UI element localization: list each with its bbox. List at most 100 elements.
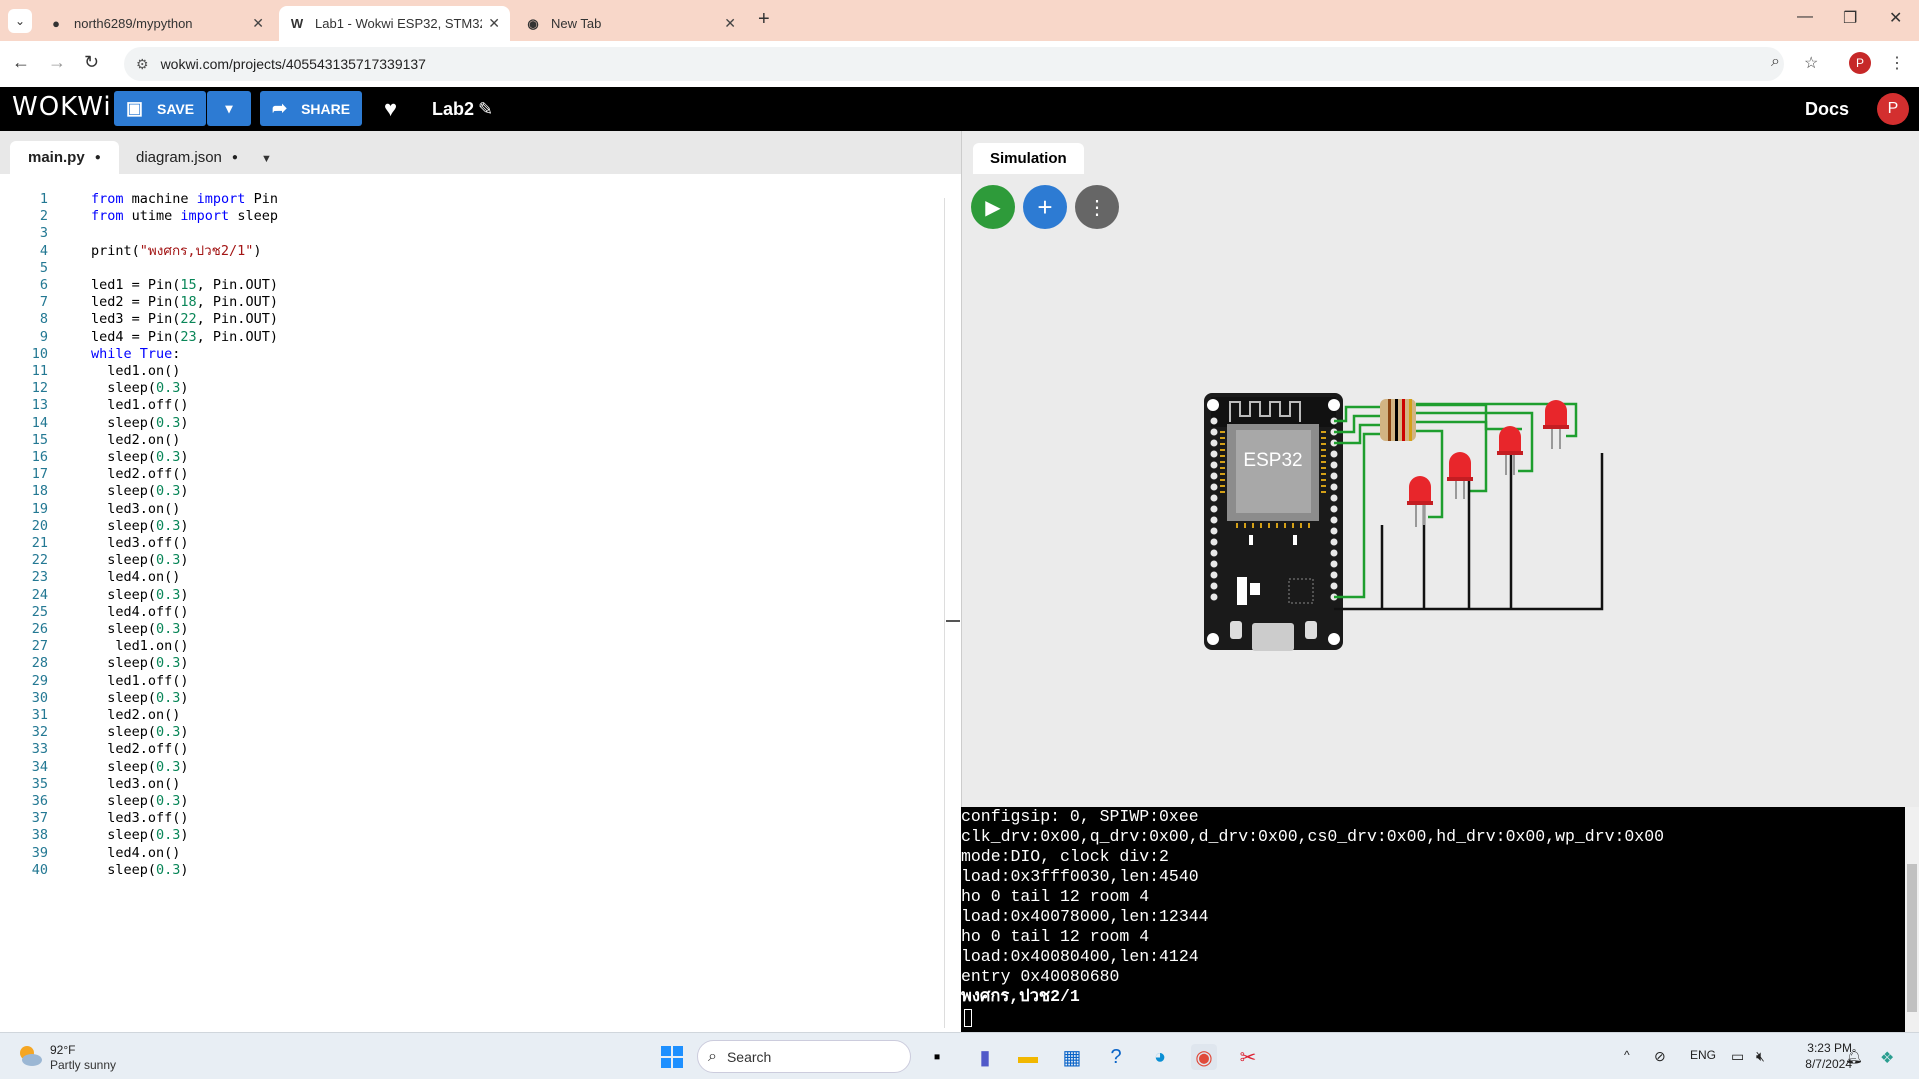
serial-line: configsip: 0, SPIWP:0xee — [961, 807, 1199, 826]
wokwi-header: WOKWi ▣ SAVE ▾ ➦ SHARE ♥ Lab2 ✎ Docs P — [0, 87, 1919, 131]
pencil-icon[interactable]: ✎ — [478, 99, 493, 120]
task-view-icon[interactable]: ▪ — [924, 1044, 950, 1070]
arrow-right-icon: → — [48, 52, 66, 72]
serial-line: พงศกร,ปวช2/1 — [961, 987, 1080, 1006]
minimize-button[interactable]: — — [1797, 8, 1813, 26]
snipping-tool-icon[interactable]: ✂ — [1235, 1044, 1261, 1070]
windows-start-icon[interactable] — [659, 1044, 685, 1070]
panel-splitter-handle[interactable] — [946, 620, 960, 622]
browser-toolbar: ← → ↻ ⚙ wokwi.com/projects/4055431357173… — [0, 41, 1919, 87]
help-icon[interactable]: ? — [1103, 1044, 1129, 1070]
close-icon[interactable]: ✕ — [252, 15, 264, 32]
weather-temperature[interactable]: 92°F — [50, 1043, 75, 1057]
forward-button[interactable]: → — [48, 52, 66, 73]
simulation-panel: Simulation ▶ + ⋮ ESP32 — [961, 131, 1919, 807]
serial-line: ho 0 tail 12 room 4 — [961, 887, 1150, 906]
chip-label: ESP32 — [1243, 450, 1302, 471]
wokwi-icon: W — [290, 16, 304, 31]
serial-line: load:0x40080400,len:4124 — [961, 947, 1199, 966]
teams-icon[interactable]: ▮ — [972, 1044, 998, 1070]
serial-scrollbar[interactable] — [1905, 807, 1919, 1032]
save-label: SAVE — [157, 100, 195, 117]
save-button[interactable]: ▣ SAVE — [114, 91, 206, 126]
tab-title: north6289/mypython — [74, 16, 193, 31]
browser-tab-newtab[interactable]: ◉ New Tab ✕ — [515, 6, 746, 41]
led-1[interactable] — [1407, 476, 1433, 527]
show-hidden-icons[interactable]: ^ — [1624, 1048, 1630, 1062]
code-editor[interactable]: 1 from machine import Pin 2 from utime impo… — [0, 174, 961, 1032]
bookmark-star-icon[interactable]: ☆ — [1804, 53, 1818, 73]
language-indicator[interactable]: ENG — [1690, 1048, 1716, 1062]
serial-line: load:0x3fff0030,len:4540 — [961, 867, 1199, 886]
caret-down-icon: ▾ — [225, 100, 233, 116]
window-close-button[interactable]: ✕ — [1889, 8, 1902, 28]
network-icon[interactable]: ⊘ — [1654, 1048, 1666, 1065]
esp32-board[interactable]: ESP32 — [1204, 393, 1343, 651]
code-line[interactable]: 40 sleep(0.3) — [0, 860, 940, 881]
close-icon[interactable]: ✕ — [724, 15, 736, 32]
save-dropdown-button[interactable]: ▾ — [207, 91, 251, 126]
restore-button[interactable]: ❐ — [1843, 8, 1857, 28]
browser-tab-wokwi[interactable]: W Lab1 - Wokwi ESP32, STM32, Ar ✕ — [279, 6, 510, 41]
browser-profile-avatar[interactable]: P — [1849, 52, 1871, 74]
share-button[interactable]: ➦ SHARE — [260, 91, 362, 126]
tab-main-py[interactable]: main.py ● — [10, 141, 119, 174]
copilot-icon[interactable]: ❖ — [1880, 1048, 1894, 1068]
chevron-down-icon: ⌄ — [14, 14, 26, 28]
project-name[interactable]: Lab2 — [432, 99, 474, 120]
editor-tab-bar: main.py ● diagram.json ● ▼ — [0, 131, 961, 174]
serial-line: mode:DIO, clock div:2 — [961, 847, 1169, 866]
user-avatar[interactable]: P — [1877, 93, 1909, 125]
partly-sunny-icon[interactable] — [17, 1043, 43, 1069]
plus-icon: + — [758, 8, 770, 30]
back-button[interactable]: ← — [12, 52, 30, 73]
zoom-icon[interactable]: ⌕ — [1771, 53, 1780, 71]
site-info-icon[interactable]: ⚙ — [136, 56, 149, 73]
reload-button[interactable]: ↻ — [84, 52, 99, 73]
unsaved-dot-icon: ● — [231, 152, 238, 163]
weather-description[interactable]: Partly sunny — [50, 1058, 116, 1072]
clock[interactable]: 3:23 PM 8/7/2024 — [1786, 1040, 1852, 1072]
display-icon[interactable]: ▭ — [1731, 1048, 1744, 1065]
search-icon: ⌕ — [708, 1047, 717, 1065]
search-placeholder: Search — [726, 1048, 772, 1065]
docs-link[interactable]: Docs — [1805, 99, 1849, 120]
kebab-menu-icon[interactable]: ⋮ — [1889, 53, 1905, 73]
floppy-disk-icon: ▣ — [126, 98, 144, 118]
minimize-icon: — — [1797, 8, 1813, 25]
resistor-array[interactable] — [1380, 399, 1416, 441]
serial-line: load:0x40078000,len:12344 — [961, 907, 1209, 926]
tab-label: diagram.json — [136, 149, 222, 166]
code-text: sleep(0.3) — [91, 861, 189, 878]
address-bar[interactable]: ⚙ wokwi.com/projects/405543135717339137 — [124, 47, 1784, 81]
new-tab-button[interactable]: + — [758, 8, 770, 31]
date: 8/7/2024 — [1805, 1057, 1852, 1071]
heart-icon[interactable]: ♥ — [384, 96, 397, 122]
github-icon: ● — [52, 16, 60, 31]
tab-label: main.py — [28, 149, 85, 166]
file-explorer-icon[interactable]: ▬ — [1015, 1044, 1041, 1070]
wokwi-logo[interactable]: WOKWi — [12, 92, 112, 122]
browser-tab-github[interactable]: ● north6289/mypython ✕ — [38, 6, 274, 41]
taskbar-search-box[interactable]: ⌕ Search — [697, 1040, 911, 1073]
tab-search-button[interactable]: ⌄ — [8, 9, 32, 33]
serial-scrollbar-thumb[interactable] — [1907, 864, 1917, 1012]
serial-monitor[interactable]: configsip: 0, SPIWP:0xee clk_drv:0x00,q_d… — [961, 807, 1919, 1032]
tab-title: Lab1 - Wokwi ESP32, STM32, Ar — [315, 16, 482, 31]
notifications-icon[interactable]: 🔔︎ — [1845, 1048, 1863, 1065]
windows-taskbar: 92°F Partly sunny ⌕ Search ▪ ▮ ▬ ▦ ? ◕ ◉… — [0, 1032, 1919, 1079]
share-arrow-icon: ➦ — [272, 98, 288, 118]
circuit-diagram: ESP32 — [1204, 393, 1604, 651]
browser-tab-strip: ⌄ ● north6289/mypython ✕ W Lab1 - Wokwi … — [0, 0, 1919, 41]
tab-menu-caret-icon[interactable]: ▼ — [261, 153, 272, 165]
led-4[interactable] — [1543, 400, 1569, 449]
chrome-taskbar-icon[interactable]: ◉ — [1191, 1044, 1217, 1070]
chrome-icon: ◉ — [527, 15, 539, 31]
arrow-left-icon: ← — [12, 52, 30, 72]
edge-icon[interactable]: ◕ — [1147, 1044, 1173, 1070]
microsoft-store-icon[interactable]: ▦ — [1059, 1044, 1085, 1070]
close-icon[interactable]: ✕ — [488, 15, 500, 32]
tab-diagram-json[interactable]: diagram.json ● — [118, 141, 256, 174]
speaker-muted-icon[interactable]: 🔇︎ — [1756, 1048, 1765, 1065]
close-icon: ✕ — [1889, 10, 1903, 27]
